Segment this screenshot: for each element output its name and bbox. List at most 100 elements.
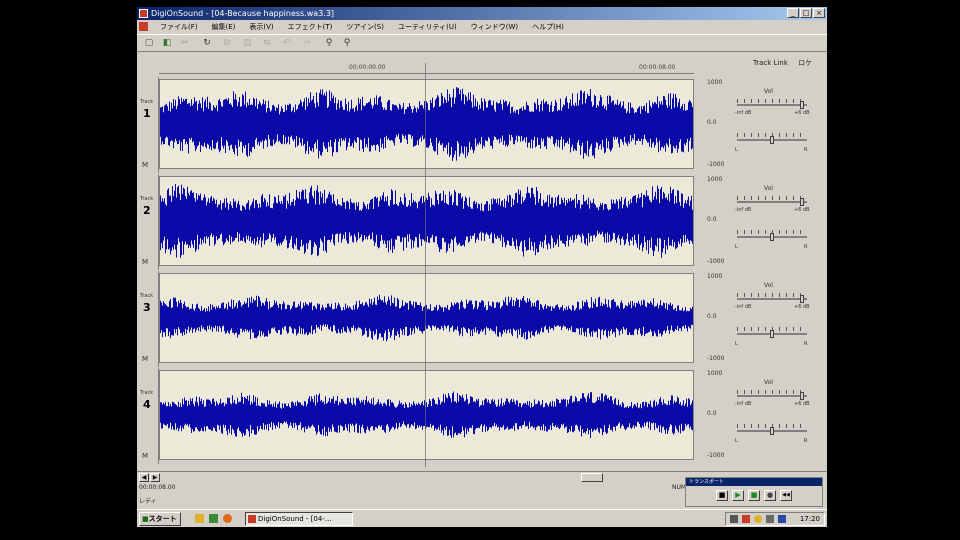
pan-right-label: R bbox=[804, 244, 808, 250]
undo-icon[interactable]: ↶ bbox=[281, 38, 293, 49]
volume-slider[interactable] bbox=[737, 104, 807, 106]
volume-slider-thumb[interactable] bbox=[799, 198, 804, 206]
time-ruler[interactable]: 00:00:00.00 00:00:08.00 bbox=[159, 63, 694, 74]
menu-utility[interactable]: ユーティリティ(U) bbox=[397, 20, 458, 34]
volume-min-label: -inf dB bbox=[735, 304, 752, 310]
menu-edit[interactable]: 編集(E) bbox=[211, 20, 237, 34]
waveform bbox=[160, 87, 693, 161]
mute-button[interactable]: M bbox=[142, 452, 148, 460]
pan-slider-thumb[interactable] bbox=[770, 330, 774, 338]
rewind-icon[interactable]: ◀◀ bbox=[780, 490, 792, 501]
mute-button[interactable]: M bbox=[142, 258, 148, 266]
track-name: Track bbox=[140, 293, 154, 299]
ruler-label: 00:00:08.00 bbox=[639, 64, 676, 71]
waveform-area[interactable] bbox=[159, 176, 694, 266]
track-4: Track 4 M 1000 0.0 -1000 Vol -inf dB +6 … bbox=[137, 368, 827, 464]
volume-label: Vol bbox=[764, 185, 773, 192]
track-header[interactable]: Track 3 M bbox=[137, 271, 159, 367]
scroll-right-button[interactable]: ▶ bbox=[150, 473, 160, 482]
maximize-button[interactable]: □ bbox=[800, 8, 812, 18]
track-link-text[interactable]: Track Link bbox=[753, 59, 788, 67]
waveform-path bbox=[160, 184, 693, 258]
volume-max-label: +6 dB bbox=[794, 207, 810, 213]
redo-icon[interactable]: ↻ bbox=[201, 38, 213, 49]
status-position: 00:00:08.00 bbox=[139, 484, 176, 491]
track-number: 1 bbox=[143, 107, 151, 120]
mix-icon[interactable]: ⇆ bbox=[261, 38, 273, 49]
window-titlebar[interactable]: DigiOnSound - [04-Because happiness.wa3.… bbox=[137, 7, 827, 20]
pan-slider-thumb[interactable] bbox=[770, 233, 774, 241]
track-header[interactable]: Track 2 M bbox=[137, 174, 159, 270]
zoom-in-icon[interactable]: ⚲ bbox=[323, 38, 335, 49]
close-button[interactable]: × bbox=[813, 8, 825, 18]
scale-top: 1000 bbox=[707, 79, 723, 86]
menu-design[interactable]: ツアイン(S) bbox=[345, 20, 385, 34]
menu-effect[interactable]: エフェクト(T) bbox=[287, 20, 334, 34]
menu-bar: ファイル(F) 編集(E) 表示(V) エフェクト(T) ツアイン(S) ユーテ… bbox=[137, 20, 827, 34]
volume-slider[interactable] bbox=[737, 298, 807, 300]
tray-icon[interactable] bbox=[766, 515, 774, 523]
zoom-out-icon[interactable]: ⚲ bbox=[341, 38, 353, 49]
volume-min-label: -inf dB bbox=[735, 110, 752, 116]
stop-icon[interactable]: ■ bbox=[716, 490, 728, 501]
tray-icon[interactable] bbox=[754, 515, 762, 523]
transport-title[interactable]: トランスポート bbox=[686, 478, 822, 486]
start-button[interactable]: ■スタート bbox=[139, 512, 181, 526]
pan-slider-thumb[interactable] bbox=[770, 136, 774, 144]
track-name: Track bbox=[140, 390, 154, 396]
tray-icon[interactable] bbox=[730, 515, 738, 523]
taskbar-app-button[interactable]: DigiOnSound - [04-... bbox=[245, 512, 353, 526]
mute-button[interactable]: M bbox=[142, 355, 148, 363]
volume-slider-thumb[interactable] bbox=[799, 392, 804, 400]
volume-max-label: +6 dB bbox=[794, 304, 810, 310]
document-icon[interactable] bbox=[139, 22, 148, 31]
toolbar: ▢ ◧ ✂ ↻ ⧉ ▤ ⇆ ↶ ⇨ ⚲ ⚲ bbox=[137, 34, 827, 52]
track-controls: Vol -inf dB +6 dB L R bbox=[732, 77, 822, 171]
volume-slider-thumb[interactable] bbox=[799, 295, 804, 303]
volume-min-label: -inf dB bbox=[735, 401, 752, 407]
taskbar-app-label: DigiOnSound - [04-... bbox=[258, 515, 332, 523]
scale-top: 1000 bbox=[707, 176, 723, 183]
scroll-left-button[interactable]: ◀ bbox=[139, 473, 149, 482]
waveform-area[interactable] bbox=[159, 273, 694, 363]
open-icon[interactable]: ◧ bbox=[161, 38, 173, 49]
menu-help[interactable]: ヘルプ(H) bbox=[531, 20, 565, 34]
desktop-screen: DigiOnSound - [04-Because happiness.wa3.… bbox=[137, 7, 827, 527]
copy-icon[interactable]: ⧉ bbox=[221, 38, 233, 49]
volume-label: Vol bbox=[764, 379, 773, 386]
waveform-area[interactable] bbox=[159, 79, 694, 169]
volume-slider[interactable] bbox=[737, 395, 807, 397]
mode-label[interactable]: ロケ bbox=[798, 59, 812, 67]
menu-window[interactable]: ウィンドウ(W) bbox=[470, 20, 519, 34]
pan-slider-thumb[interactable] bbox=[770, 427, 774, 435]
record-icon[interactable]: ● bbox=[764, 490, 776, 501]
arrow-icon[interactable]: ⇨ bbox=[301, 38, 313, 49]
volume-slider[interactable] bbox=[737, 201, 807, 203]
paste-icon[interactable]: ▤ bbox=[241, 38, 253, 49]
minimize-button[interactable]: _ bbox=[787, 8, 799, 18]
track-header[interactable]: Track 4 M bbox=[137, 368, 159, 464]
track-header[interactable]: Track 1 M bbox=[137, 77, 159, 173]
menu-view[interactable]: 表示(V) bbox=[248, 20, 274, 34]
pan-left-label: L bbox=[735, 341, 738, 347]
quicklaunch-icon[interactable] bbox=[209, 514, 218, 523]
amplitude-scale: 1000 0.0 -1000 bbox=[697, 271, 727, 365]
cut-icon[interactable]: ✂ bbox=[179, 38, 191, 49]
scroll-thumb[interactable] bbox=[581, 473, 603, 482]
mute-button[interactable]: M bbox=[142, 161, 148, 169]
menu-file[interactable]: ファイル(F) bbox=[159, 20, 199, 34]
quicklaunch-icon[interactable] bbox=[223, 514, 232, 523]
track-controls: Vol -inf dB +6 dB L R bbox=[732, 368, 822, 462]
pause-icon[interactable]: ■ bbox=[748, 490, 760, 501]
track-link-label: Track Link ロケ bbox=[753, 58, 812, 68]
tray-icon[interactable] bbox=[778, 515, 786, 523]
quicklaunch-icon[interactable] bbox=[195, 514, 204, 523]
playback-cursor[interactable] bbox=[425, 63, 426, 467]
amplitude-scale: 1000 0.0 -1000 bbox=[697, 77, 727, 171]
play-icon[interactable]: ▶ bbox=[732, 490, 744, 501]
new-icon[interactable]: ▢ bbox=[143, 38, 155, 49]
tray-icon[interactable] bbox=[742, 515, 750, 523]
waveform-area[interactable] bbox=[159, 370, 694, 460]
volume-max-label: +6 dB bbox=[794, 110, 810, 116]
volume-slider-thumb[interactable] bbox=[799, 101, 804, 109]
